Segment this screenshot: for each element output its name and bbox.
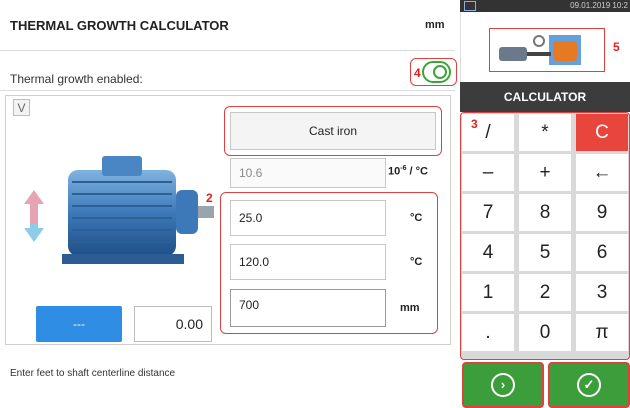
distance-input[interactable]: 700 [230, 289, 386, 327]
key-3[interactable]: 3 [576, 274, 628, 311]
key-1[interactable]: 1 [462, 274, 514, 311]
toggle-divider [0, 90, 455, 91]
thermal-growth-toggle[interactable] [422, 61, 451, 83]
key-0[interactable]: 0 [519, 314, 571, 351]
machine-thumbnail-panel: 5 [460, 12, 630, 82]
motor-image [24, 156, 214, 264]
key-5[interactable]: 5 [519, 234, 571, 271]
header-divider [0, 50, 455, 51]
status-bar: 09.01.2019 10:2 [460, 0, 630, 12]
page-title: THERMAL GROWTH CALCULATOR [10, 18, 229, 33]
machine-train-icon[interactable] [495, 31, 583, 69]
key-pi[interactable]: π [576, 314, 628, 351]
temperature-end-unit: °C [410, 256, 423, 268]
key-8[interactable]: 8 [519, 194, 571, 231]
unit-label: mm [425, 19, 445, 31]
marker-5: 5 [613, 40, 620, 54]
vertical-arrow-icon [24, 190, 44, 242]
status-datetime: 09.01.2019 10:2 [570, 1, 628, 10]
hint-text: Enter feet to shaft centerline distance [10, 368, 176, 379]
key-multiply[interactable]: * [519, 114, 571, 151]
marker-3: 3 [471, 117, 478, 131]
key-2[interactable]: 2 [519, 274, 571, 311]
key-6[interactable]: 6 [576, 234, 628, 271]
key-clear[interactable]: C [576, 114, 628, 151]
material-label: Cast iron [308, 124, 358, 138]
chevron-right-icon: › [491, 373, 515, 397]
thermal-growth-label: Thermal growth enabled: [10, 72, 143, 86]
temperature-end-input[interactable]: 120.0 [230, 244, 386, 280]
result-button[interactable]: --- [36, 306, 122, 342]
checkmark-icon: ✓ [577, 373, 601, 397]
key-backspace[interactable]: ← [576, 154, 628, 191]
temperature-start-input[interactable]: 25.0 [230, 200, 386, 236]
key-9[interactable]: 9 [576, 194, 628, 231]
coefficient-value: 10.6 [239, 166, 263, 180]
machine-select-icon[interactable]: V [13, 99, 30, 116]
calculator-keypad: 3 / * C – + ← 7 8 9 4 5 6 1 2 3 . 0 π [460, 112, 630, 360]
coefficient-field: 10.6 [230, 158, 386, 188]
battery-icon [464, 1, 476, 11]
key-7[interactable]: 7 [462, 194, 514, 231]
coefficient-unit: 10-6 / °C [388, 165, 428, 178]
key-divide[interactable]: / [462, 114, 514, 151]
key-plus[interactable]: + [519, 154, 571, 191]
temperature-start-unit: °C [410, 212, 423, 224]
marker-2: 2 [206, 191, 213, 205]
result-value-field: 0.00 [134, 306, 212, 342]
key-decimal[interactable]: . [462, 314, 514, 351]
next-button[interactable]: › [462, 362, 544, 408]
material-button[interactable]: Cast iron [230, 112, 436, 150]
toggle-knob [433, 65, 447, 79]
distance-unit: mm [400, 302, 420, 314]
confirm-button[interactable]: ✓ [548, 362, 630, 408]
key-minus[interactable]: – [462, 154, 514, 191]
calculator-title: CALCULATOR [460, 82, 630, 112]
key-4[interactable]: 4 [462, 234, 514, 271]
